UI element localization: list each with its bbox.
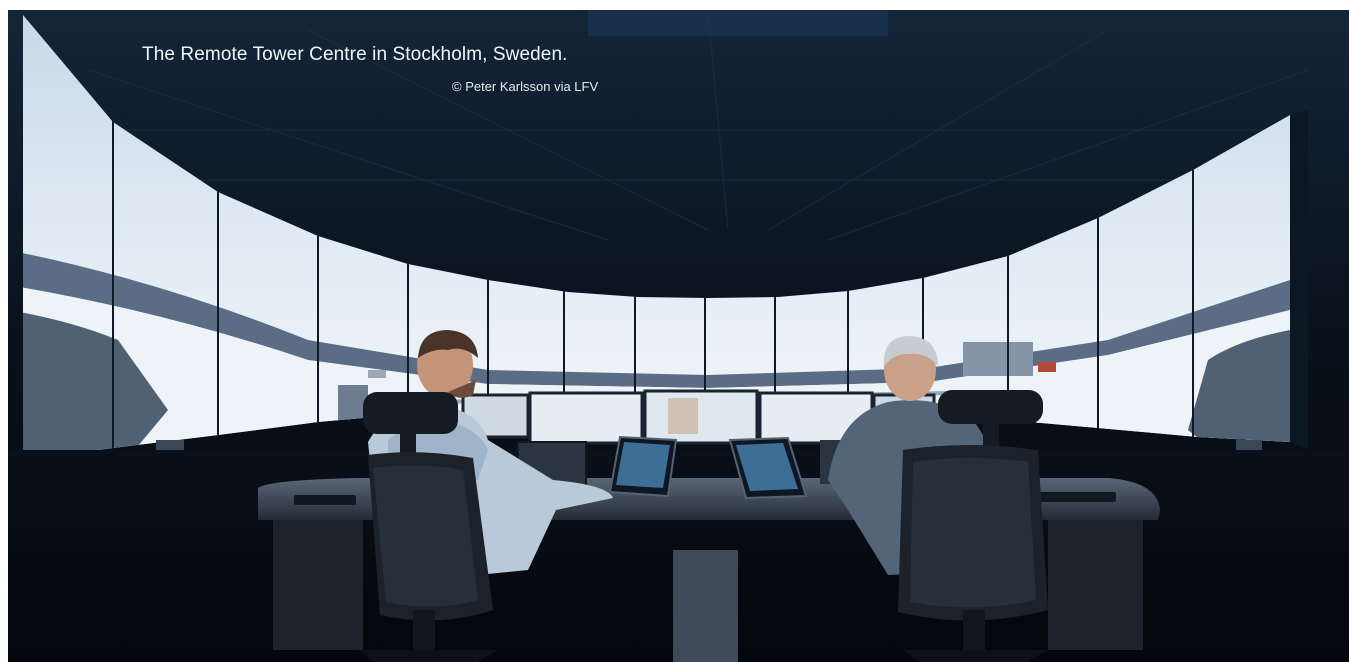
photo-credit: © Peter Karlsson via LFV bbox=[452, 79, 599, 94]
photo-illustration bbox=[8, 10, 1349, 662]
remote-tower-photo: The Remote Tower Centre in Stockholm, Sw… bbox=[8, 10, 1349, 662]
photo-caption: The Remote Tower Centre in Stockholm, Sw… bbox=[142, 44, 568, 65]
page-frame: The Remote Tower Centre in Stockholm, Sw… bbox=[0, 0, 1349, 662]
